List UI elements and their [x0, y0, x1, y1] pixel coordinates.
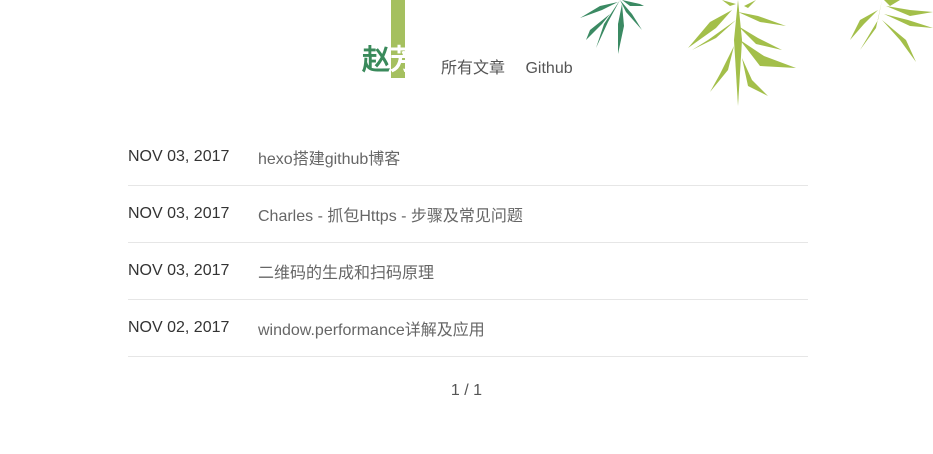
site-logo[interactable]: 赵芳 — [362, 0, 422, 80]
pagination: 1 / 1 — [450, 382, 483, 399]
post-date: NOV 03, 2017 — [128, 205, 230, 222]
logo-char-2: 芳 — [390, 44, 419, 75]
post-date: NOV 03, 2017 — [128, 148, 230, 165]
nav-github[interactable]: Github — [525, 60, 572, 77]
post-title-link[interactable]: hexo搭建github博客 — [258, 145, 400, 169]
site-header: 赵芳 所有文章 Github — [0, 0, 933, 100]
nav-all-posts[interactable]: 所有文章 — [441, 60, 505, 77]
post-title-link[interactable]: 二维码的生成和扫码原理 — [258, 259, 434, 283]
logo-char-1: 赵 — [362, 44, 391, 75]
post-row: NOV 03, 2017 Charles - 抓包Https - 步骤及常见问题 — [128, 186, 808, 243]
post-date: NOV 02, 2017 — [128, 319, 230, 336]
page: 赵芳 所有文章 Github NOV 03, 2017 hexo搭建github… — [0, 0, 933, 454]
post-row: NOV 03, 2017 二维码的生成和扫码原理 — [128, 243, 808, 300]
post-title-link[interactable]: Charles - 抓包Https - 步骤及常见问题 — [258, 202, 523, 226]
post-row: NOV 03, 2017 hexo搭建github博客 — [128, 129, 808, 186]
main-nav: 所有文章 Github — [441, 54, 589, 78]
post-row: NOV 02, 2017 window.performance详解及应用 — [128, 300, 808, 357]
logo-text: 赵芳 — [362, 43, 418, 77]
post-title-link[interactable]: window.performance详解及应用 — [258, 316, 485, 340]
post-date: NOV 03, 2017 — [128, 262, 230, 279]
post-list: NOV 03, 2017 hexo搭建github博客 NOV 03, 2017… — [128, 129, 808, 357]
